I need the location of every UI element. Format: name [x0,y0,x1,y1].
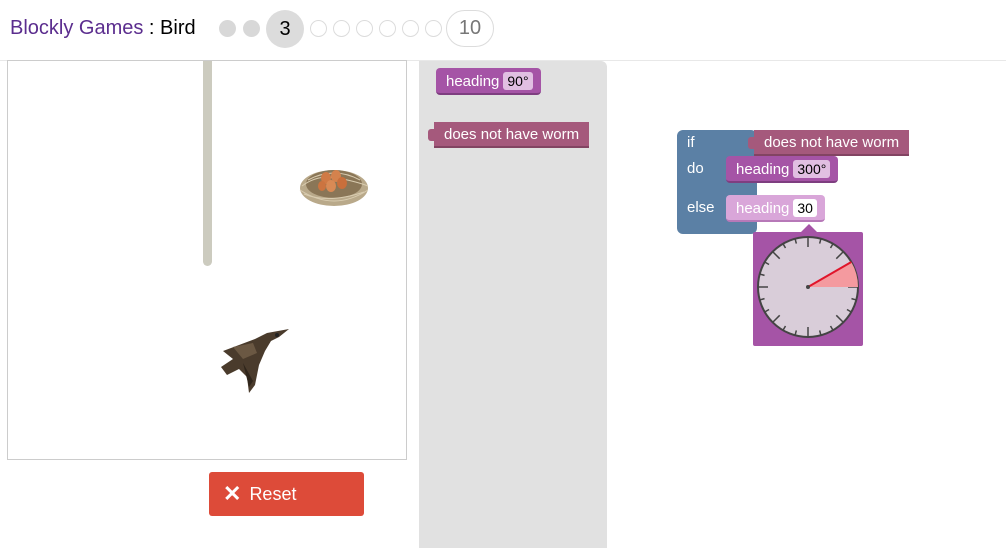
close-icon: ✕ [223,481,242,506]
block-notch [428,129,435,141]
block-notch [748,137,755,149]
level-5-link[interactable] [333,20,350,37]
heading-block-label: heading [736,161,790,178]
workspace-condition-block[interactable]: does not have worm [748,130,910,156]
angle-dial-popup[interactable] [753,232,863,346]
title-separator: : [143,17,161,39]
bird-icon [221,329,289,393]
angle-dial[interactable] [753,232,863,346]
wall [203,61,212,266]
app-name-link[interactable]: Blockly Games [10,17,143,39]
heading-angle-field[interactable]: 300° [793,160,831,178]
workspace-else-heading-block[interactable]: heading 30 [726,195,825,222]
else-label: else [687,199,715,216]
condition-block-label: does not have worm [444,126,580,143]
level-4-link[interactable] [310,20,327,37]
toolbox-condition-block[interactable]: does not have worm [428,122,590,148]
level-2-link[interactable] [243,20,260,37]
header: Blockly Games : Bird 3 10 [0,0,1006,60]
level-10-link[interactable]: 10 [446,10,494,47]
heading-angle-field[interactable]: 90° [503,72,533,90]
level-1-link[interactable] [219,20,236,37]
reset-button[interactable]: ✕ Reset [209,472,364,516]
level-9-link[interactable] [425,20,442,37]
workspace-do-heading-block[interactable]: heading 300° [726,156,839,183]
heading-block-label: heading [736,200,790,217]
nest-icon [299,170,369,206]
if-label: if [687,134,695,151]
level-6-link[interactable] [356,20,373,37]
reset-label: Reset [249,483,297,504]
do-label: do [687,160,704,177]
condition-block-label: does not have worm [764,134,900,151]
level-8-link[interactable] [402,20,419,37]
level-3-current[interactable]: 3 [266,10,304,48]
heading-angle-input[interactable]: 30 [793,199,817,217]
toolbox-heading-block[interactable]: heading 90° [436,68,541,95]
heading-block-label: heading [446,73,500,90]
game-name: Bird [160,17,196,39]
level-7-link[interactable] [379,20,396,37]
page-title: Blockly Games : Bird [10,17,196,40]
game-visualization [7,60,407,460]
